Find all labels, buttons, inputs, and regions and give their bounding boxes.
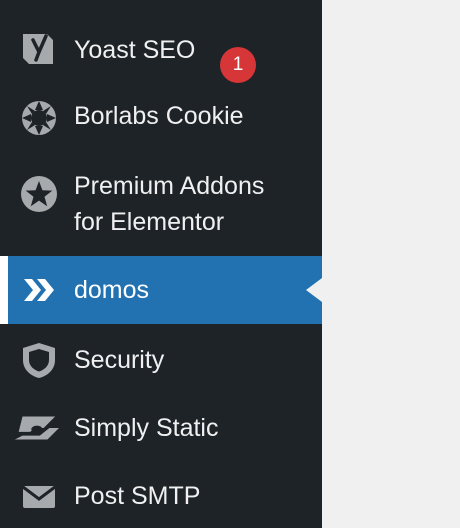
menu-item-yoast-seo[interactable]: Yoast SEO 1 [0, 14, 322, 86]
double-chevron-icon [17, 268, 61, 312]
yoast-icon [17, 26, 61, 70]
admin-sidebar: Yoast SEO 1 Borlabs Cookie Premium Addon… [0, 0, 322, 528]
menu-item-security[interactable]: Security [0, 324, 322, 394]
menu-item-label: Post SMTP [74, 482, 201, 510]
menu-item-label: Security [74, 346, 165, 374]
menu-item-domos[interactable]: domos [0, 256, 322, 324]
menu-item-label: Premium Addons [74, 172, 265, 200]
menu-item-label: for Elementor [74, 208, 225, 236]
menu-item-post-smtp[interactable]: Post SMTP [0, 462, 322, 528]
menu-item-borlabs-cookie[interactable]: Borlabs Cookie [0, 86, 322, 150]
content-area [322, 0, 460, 528]
envelope-icon [17, 474, 61, 518]
active-indicator [0, 256, 8, 324]
menu-item-simply-static[interactable]: Simply Static [0, 394, 322, 462]
cookie-icon [17, 96, 61, 140]
shield-icon [17, 338, 61, 382]
simply-static-icon [10, 406, 60, 450]
current-page-pointer [306, 278, 322, 302]
notification-badge: 1 [220, 47, 256, 83]
menu-item-label: Borlabs Cookie [74, 102, 244, 130]
star-badge-icon [17, 172, 61, 216]
menu-item-label: domos [74, 276, 150, 304]
menu-item-label: Simply Static [74, 414, 219, 442]
menu-item-label: Yoast SEO [74, 36, 196, 64]
menu-item-premium-addons[interactable]: Premium Addons for Elementor [0, 158, 322, 248]
